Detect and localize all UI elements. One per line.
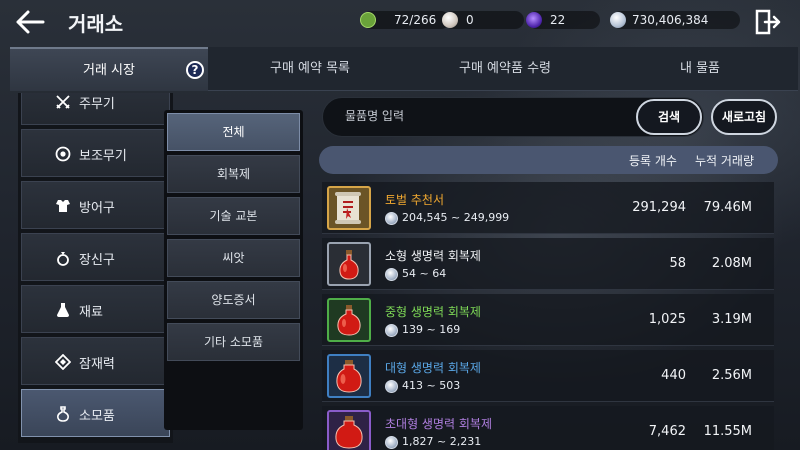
tab-market-label: 거래 시장 [83, 63, 135, 78]
energy-counter: 72/266 [360, 11, 450, 29]
tab-my-items[interactable]: 내 물품 [610, 47, 790, 91]
category-potential[interactable]: 잠재력 [21, 337, 170, 385]
back-arrow-icon[interactable] [14, 8, 46, 36]
item-price-range: 413 ~ 503 [402, 379, 461, 392]
flask-icon [57, 303, 69, 317]
crystal-counter: 22 [526, 11, 600, 29]
category-label: 장신구 [79, 253, 115, 268]
item-registered-count: 7,462 [648, 424, 686, 439]
crystal-value: 22 [550, 13, 566, 27]
scroll-icon [327, 186, 371, 230]
xl-red-potion-icon [327, 410, 371, 450]
category-sub-weapon[interactable]: 보조무기 [21, 129, 170, 177]
energy-value: 72/266 [394, 13, 437, 27]
item-trade-volume: 2.56M [711, 368, 752, 383]
item-price-range: 204,545 ~ 249,999 [402, 211, 510, 224]
item-registered-count: 440 [661, 368, 686, 383]
category-list: 주무기 보조무기 방어구 장신구 재료 잠재력 소모품 [18, 93, 173, 443]
category-consumable[interactable]: 소모품 [21, 389, 170, 437]
header-volume[interactable]: 누적 거래량 [695, 152, 754, 169]
subcategory-recovery[interactable]: 회복제 [167, 155, 300, 193]
item-name: 초대형 생명력 회복제 [385, 417, 492, 431]
category-accessory[interactable]: 장신구 [21, 233, 170, 281]
item-price-range: 1,827 ~ 2,231 [402, 435, 482, 448]
item-registered-count: 291,294 [632, 200, 686, 215]
category-label: 보조무기 [79, 149, 127, 164]
item-registered-count: 58 [669, 256, 686, 271]
large-red-potion-icon [327, 354, 371, 398]
tab-purchase-reservations-label: 구매 예약 목록 [269, 61, 351, 76]
item-price-range: 54 ~ 64 [402, 267, 447, 280]
silver-coin-icon [610, 12, 626, 28]
tab-market[interactable]: 거래 시장 [10, 47, 208, 91]
ring-icon [57, 252, 69, 266]
item-name: 중형 생명력 회복제 [385, 305, 481, 319]
silver-coin-icon [385, 380, 398, 393]
silver-coin-icon [385, 268, 398, 281]
silver-coin-icon [385, 324, 398, 337]
silver-coin-icon [385, 436, 398, 449]
table-row[interactable]: 토벌 추천서 204,545 ~ 249,999 291,294 79.46M [322, 182, 774, 234]
subcategory-all[interactable]: 전체 [167, 113, 300, 151]
category-label: 방어구 [79, 201, 115, 216]
tab-bar: 거래 시장 ? 구매 예약 목록 구매 예약품 수령 내 물품 [10, 47, 798, 91]
tab-reservation-receive-label: 구매 예약품 수령 [459, 61, 551, 76]
subcategory-skill-book[interactable]: 기술 교본 [167, 197, 300, 235]
tab-my-items-label: 내 물품 [679, 61, 720, 76]
item-name: 소형 생명력 회복제 [385, 249, 481, 263]
item-trade-volume: 2.08M [711, 256, 752, 271]
search-button[interactable]: 검색 [636, 99, 702, 135]
table-row[interactable]: 대형 생명력 회복제 413 ~ 503 440 2.56M [322, 350, 774, 402]
header-registered[interactable]: 등록 개수 [629, 152, 677, 169]
small-red-potion-icon [327, 242, 371, 286]
table-header: 등록 개수 누적 거래량 [319, 146, 778, 174]
pearl-value: 0 [466, 13, 474, 27]
item-trade-volume: 11.55M [703, 424, 752, 439]
item-name: 대형 생명력 회복제 [385, 361, 481, 375]
subcategory-list: 전체 회복제 기술 교본 씨앗 양도증서 기타 소모품 [164, 110, 303, 430]
subcategory-transfer-certificate[interactable]: 양도증서 [167, 281, 300, 319]
item-name: 토벌 추천서 [385, 193, 445, 207]
refresh-button[interactable]: 새로고침 [711, 99, 777, 135]
item-trade-volume: 3.19M [711, 312, 752, 327]
medium-red-potion-icon [327, 298, 371, 342]
pearl-icon [442, 12, 458, 28]
leaf-energy-icon [360, 12, 376, 28]
shield-ring-icon [55, 146, 71, 162]
subcategory-seed[interactable]: 씨앗 [167, 239, 300, 277]
search-input[interactable] [345, 109, 625, 123]
pearl-counter: 0 [442, 11, 524, 29]
category-label: 잠재력 [79, 357, 115, 372]
category-label: 재료 [79, 305, 103, 320]
tab-purchase-reservations[interactable]: 구매 예약 목록 [220, 47, 400, 91]
category-main-weapon[interactable]: 주무기 [21, 93, 170, 125]
silver-value: 730,406,384 [632, 13, 709, 27]
silver-counter: 730,406,384 [610, 11, 740, 29]
table-row[interactable]: 소형 생명력 회복제 54 ~ 64 58 2.08M [322, 238, 774, 290]
tab-reservation-receive[interactable]: 구매 예약품 수령 [410, 47, 600, 91]
item-price-range: 139 ~ 169 [402, 323, 461, 336]
crystal-icon [526, 12, 542, 28]
help-icon[interactable]: ? [186, 61, 204, 79]
category-label: 소모품 [79, 409, 115, 424]
category-armor[interactable]: 방어구 [21, 181, 170, 229]
silver-coin-icon [385, 212, 398, 225]
item-trade-volume: 79.46M [703, 200, 752, 215]
category-label: 주무기 [79, 97, 115, 112]
table-row[interactable]: 중형 생명력 회복제 139 ~ 169 1,025 3.19M [322, 294, 774, 346]
table-row[interactable]: 초대형 생명력 회복제 1,827 ~ 2,231 7,462 11.55M [322, 406, 774, 450]
crossed-swords-icon [56, 95, 70, 109]
potion-icon [57, 406, 69, 422]
diamond-icon [55, 354, 71, 370]
page-title: 거래소 [68, 12, 124, 36]
top-bar: 거래소 72/266 0 22 730,406,384 [0, 0, 800, 44]
armor-icon [56, 200, 70, 212]
subcategory-other-consumables[interactable]: 기타 소모품 [167, 323, 300, 361]
exit-door-icon[interactable] [754, 9, 782, 35]
category-material[interactable]: 재료 [21, 285, 170, 333]
item-registered-count: 1,025 [648, 312, 686, 327]
